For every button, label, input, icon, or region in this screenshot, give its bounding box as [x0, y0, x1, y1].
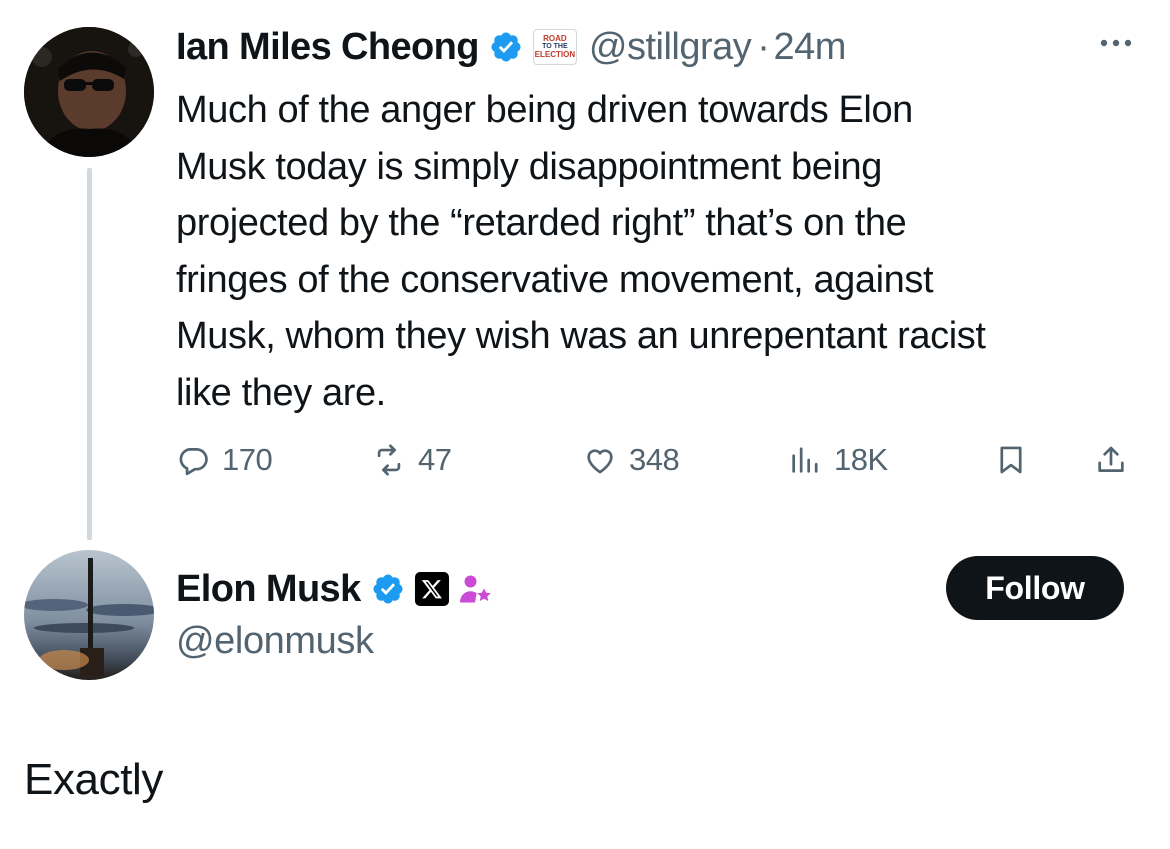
separator-dot: ·: [757, 25, 770, 68]
author-name[interactable]: Ian Miles Cheong: [176, 26, 479, 69]
post-text: Much of the anger being driven towards E…: [176, 89, 986, 414]
reply-author-handle[interactable]: @elonmusk: [176, 620, 374, 663]
reply-icon: [179, 448, 208, 476]
author-handle[interactable]: @stillgray: [589, 26, 752, 69]
share-button[interactable]: [1094, 436, 1140, 484]
views-button[interactable]: 18K: [788, 436, 888, 484]
person-star-icon[interactable]: [457, 571, 493, 607]
like-count: 348: [629, 442, 680, 477]
avatar-photo: [24, 550, 154, 680]
badge-text-election: ELECTION: [534, 50, 576, 59]
reply-count: 170: [222, 442, 273, 477]
bookmark-icon: [1000, 446, 1022, 474]
repost-count: 47: [418, 442, 452, 477]
repost-icon: [377, 444, 401, 476]
thread-line: [87, 168, 92, 540]
x-logo-icon[interactable]: [414, 572, 449, 606]
heart-icon: [587, 449, 613, 474]
view-count: 18K: [834, 442, 888, 477]
more-options-icon[interactable]: [1092, 26, 1142, 56]
reply-text: Exactly: [24, 755, 164, 804]
share-icon: [1098, 446, 1124, 472]
reply-author-avatar[interactable]: [24, 550, 154, 680]
reply-header: Elon Musk: [176, 563, 493, 615]
bookmark-button[interactable]: [994, 436, 1040, 484]
badge-text-road: ROAD: [543, 34, 567, 43]
post-actions: 170 47 348 18K: [176, 436, 1146, 484]
author-avatar[interactable]: [24, 27, 154, 157]
reply-author-name[interactable]: Elon Musk: [176, 568, 361, 611]
verified-badge-icon[interactable]: [371, 572, 405, 606]
analytics-icon: [792, 447, 818, 473]
x-logo-glyph: [421, 580, 442, 599]
verified-badge-icon[interactable]: [489, 30, 523, 64]
like-button[interactable]: 348: [583, 436, 680, 484]
road-to-election-badge[interactable]: ROAD TO THE ELECTION: [532, 29, 577, 65]
follow-button[interactable]: Follow: [946, 556, 1124, 620]
post-header: Ian Miles Cheong ROAD TO THE ELECTION @s…: [176, 22, 846, 72]
post-time[interactable]: 24m: [773, 26, 846, 69]
repost-button[interactable]: 47: [372, 436, 452, 484]
avatar-photo: [24, 27, 154, 157]
reply-button[interactable]: 170: [176, 436, 273, 484]
